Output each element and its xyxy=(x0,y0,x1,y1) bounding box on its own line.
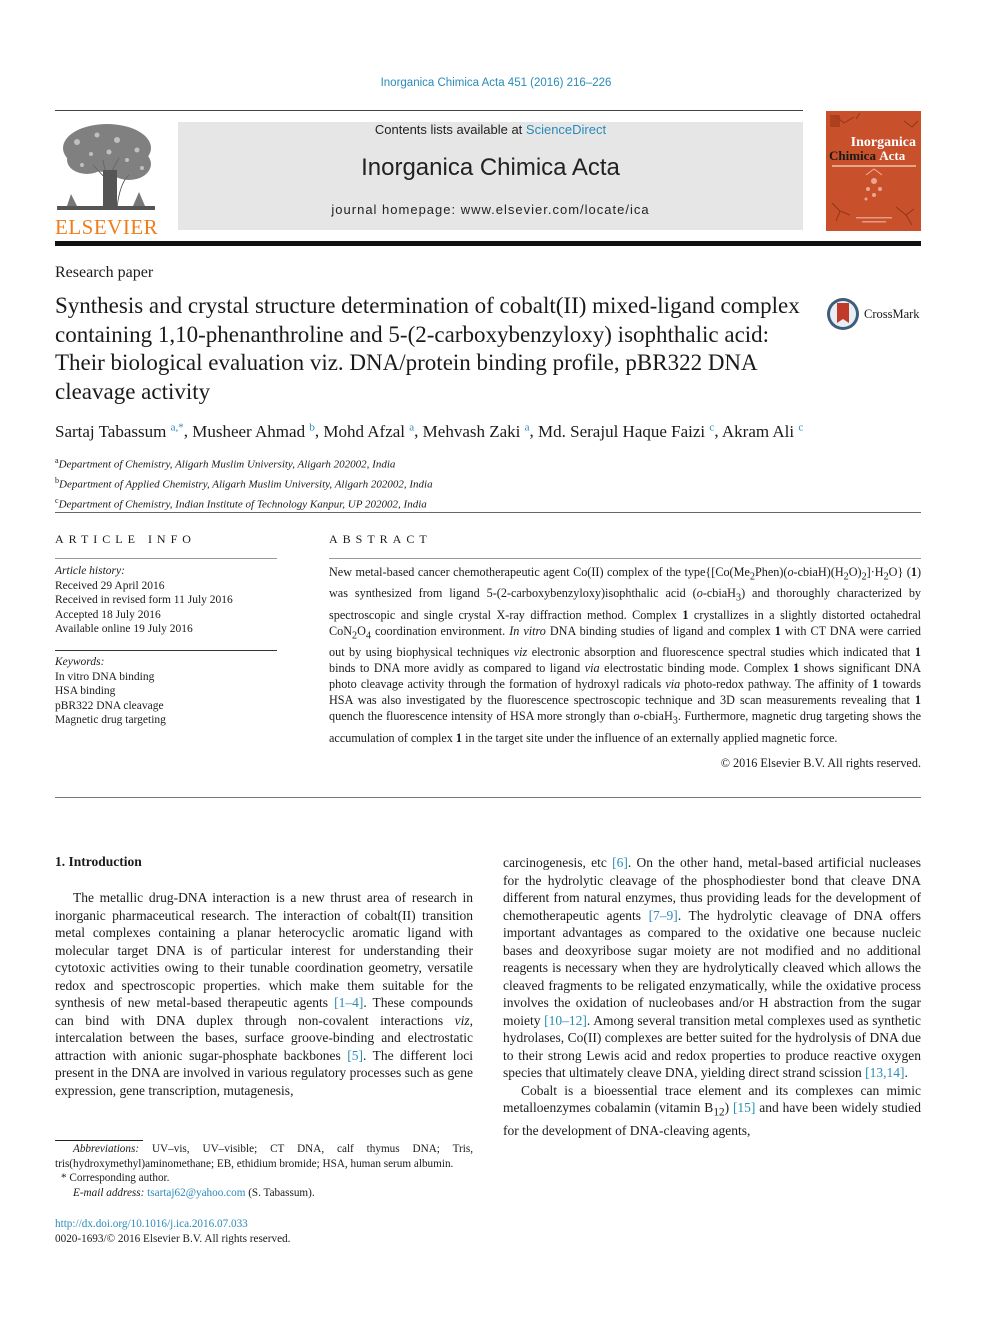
author[interactable]: Mohd Afzal a xyxy=(323,421,414,441)
author-name: Akram Ali xyxy=(721,421,795,441)
author-name: Mehvash Zaki xyxy=(422,421,521,441)
elsevier-tree-icon xyxy=(57,120,155,212)
abbreviations-footnote: Abbreviations: UV–vis, UV–visible; CT DN… xyxy=(55,1143,473,1170)
body-column-right: carcinogenesis, etc [6]. On the other ha… xyxy=(503,854,921,1140)
journal-homepage[interactable]: journal homepage: www.elsevier.com/locat… xyxy=(178,202,803,217)
history-item: Available online 19 July 2016 xyxy=(55,623,193,635)
issn-copyright: 0020-1693/© 2016 Elsevier B.V. All right… xyxy=(55,1232,291,1245)
cover-title-chimica: Chimica xyxy=(829,148,876,163)
journal-title: Inorganica Chimica Acta xyxy=(361,154,620,181)
header-rule xyxy=(55,110,803,111)
body-rule xyxy=(55,797,921,798)
journal-citation-link[interactable]: Inorganica Chimica Acta 451 (2016) 216–2… xyxy=(0,77,992,89)
sciencedirect-link[interactable]: ScienceDirect xyxy=(526,122,606,137)
cover-title-acta: Acta xyxy=(879,148,906,163)
reference-link[interactable]: [15] xyxy=(733,1100,756,1115)
history-item: Received in revised form 11 July 2016 xyxy=(55,594,233,606)
keywords-label: Keywords: xyxy=(55,656,105,668)
elsevier-wordmark: ELSEVIER xyxy=(55,215,159,239)
keywords: Keywords: In vitro DNA binding HSA bindi… xyxy=(55,655,166,728)
reference-link[interactable]: [1–4] xyxy=(334,995,363,1010)
doi-link[interactable]: http://dx.doi.org/10.1016/j.ica.2016.07.… xyxy=(55,1218,248,1230)
keyword-item: HSA binding xyxy=(55,685,116,697)
abstract-heading: ABSTRACT xyxy=(329,532,432,546)
reference-link[interactable]: [6] xyxy=(612,855,628,870)
affiliation: aDepartment of Chemistry, Aligarh Muslim… xyxy=(55,453,433,473)
footnotes: Abbreviations: UV–vis, UV–visible; CT DN… xyxy=(55,1142,473,1200)
author-name: Mohd Afzal xyxy=(323,421,406,441)
article-history: Article history: Received 29 April 2016 … xyxy=(55,564,233,637)
history-item: Received 29 April 2016 xyxy=(55,579,165,592)
article-history-label: Article history: xyxy=(55,565,125,577)
keywords-rule xyxy=(55,650,277,651)
crossmark-button[interactable]: CrossMark xyxy=(826,297,920,331)
email-link[interactable]: tsartaj62@yahoo.com xyxy=(147,1187,245,1199)
author-affiliation-mark[interactable]: a,* xyxy=(171,421,184,433)
journal-cover-image[interactable]: Inorganica Chimica Acta xyxy=(826,111,921,231)
paragraph: Cobalt is a bioessential trace element a… xyxy=(503,1082,921,1139)
article-info-rule xyxy=(55,558,277,559)
doi-block: http://dx.doi.org/10.1016/j.ica.2016.07.… xyxy=(55,1217,290,1246)
author-name: Sartaj Tabassum xyxy=(55,421,167,441)
abstract-text: New metal-based cancer chemotherapeutic … xyxy=(329,565,922,745)
affiliation: bDepartment of Applied Chemistry, Aligar… xyxy=(55,473,433,493)
crossmark-label: CrossMark xyxy=(864,306,920,321)
affiliation: cDepartment of Chemistry, Indian Institu… xyxy=(55,493,433,513)
crossmark-icon xyxy=(827,298,859,330)
article-title: Synthesis and crystal structure determin… xyxy=(55,293,800,404)
journal-masthead: Contents lists available at ScienceDirec… xyxy=(178,122,803,230)
reference-link[interactable]: [13,14] xyxy=(865,1065,904,1080)
affiliation-text: Department of Chemistry, Aligarh Muslim … xyxy=(58,458,396,471)
reference-link[interactable]: [5] xyxy=(347,1048,363,1063)
cover-subtitle xyxy=(832,165,916,167)
header-thick-rule xyxy=(55,241,921,246)
author[interactable]: Musheer Ahmad b xyxy=(192,421,315,441)
author-affiliation-mark[interactable]: a xyxy=(525,421,530,433)
elsevier-logo[interactable]: ELSEVIER xyxy=(55,120,165,239)
reference-link[interactable]: [10–12] xyxy=(544,1013,587,1028)
affiliation-text: Department of Applied Chemistry, Aligarh… xyxy=(59,478,433,491)
contents-prefix: Contents lists available at xyxy=(374,122,526,137)
abstract-rule xyxy=(329,558,921,559)
reference-link[interactable]: [7–9] xyxy=(649,908,678,923)
paragraph: The metallic drug-DNA interaction is a n… xyxy=(55,890,473,1098)
history-item: Accepted 18 July 2016 xyxy=(55,608,161,621)
author[interactable]: Md. Serajul Haque Faizi c xyxy=(538,421,714,441)
cover-decoration-icon xyxy=(830,112,919,226)
corresponding-author-footnote: * Corresponding author. xyxy=(61,1172,170,1184)
paragraph: carcinogenesis, etc [6]. On the other ha… xyxy=(503,855,922,1080)
footnote-rule xyxy=(55,1140,143,1141)
contents-availability: Contents lists available at ScienceDirec… xyxy=(178,122,803,137)
author-name: Md. Serajul Haque Faizi xyxy=(538,421,706,441)
author[interactable]: Sartaj Tabassum a,* xyxy=(55,421,184,441)
affiliation-text: Department of Chemistry, Indian Institut… xyxy=(58,498,427,511)
email-footnote: E-mail address: tsartaj62@yahoo.com (S. … xyxy=(73,1186,315,1199)
keyword-item: In vitro DNA binding xyxy=(55,670,155,683)
author-affiliation-mark[interactable]: a xyxy=(409,421,414,433)
section-rule xyxy=(55,512,921,513)
cover-title-line2: Chimica Acta xyxy=(829,148,905,164)
author-affiliation-mark[interactable]: c xyxy=(798,421,803,433)
author-affiliation-mark[interactable]: c xyxy=(709,421,714,433)
article-type: Research paper xyxy=(55,264,154,281)
author-name: Musheer Ahmad xyxy=(192,421,306,441)
body-column-left: The metallic drug-DNA interaction is a n… xyxy=(55,889,473,1099)
keyword-item: pBR322 DNA cleavage xyxy=(55,699,164,712)
introduction-heading: 1. Introduction xyxy=(55,854,142,869)
affiliations: aDepartment of Chemistry, Aligarh Muslim… xyxy=(55,453,433,513)
keyword-item: Magnetic drug targeting xyxy=(55,714,166,726)
author[interactable]: Mehvash Zaki a xyxy=(422,421,530,441)
abstract-copyright: © 2016 Elsevier B.V. All rights reserved… xyxy=(720,756,921,770)
author-affiliation-mark[interactable]: b xyxy=(309,421,315,433)
article-info-heading: ARTICLE INFO xyxy=(55,532,196,546)
author-list: Sartaj Tabassum a,*, Musheer Ahmad b, Mo… xyxy=(55,421,804,441)
author[interactable]: Akram Ali c xyxy=(721,421,803,441)
